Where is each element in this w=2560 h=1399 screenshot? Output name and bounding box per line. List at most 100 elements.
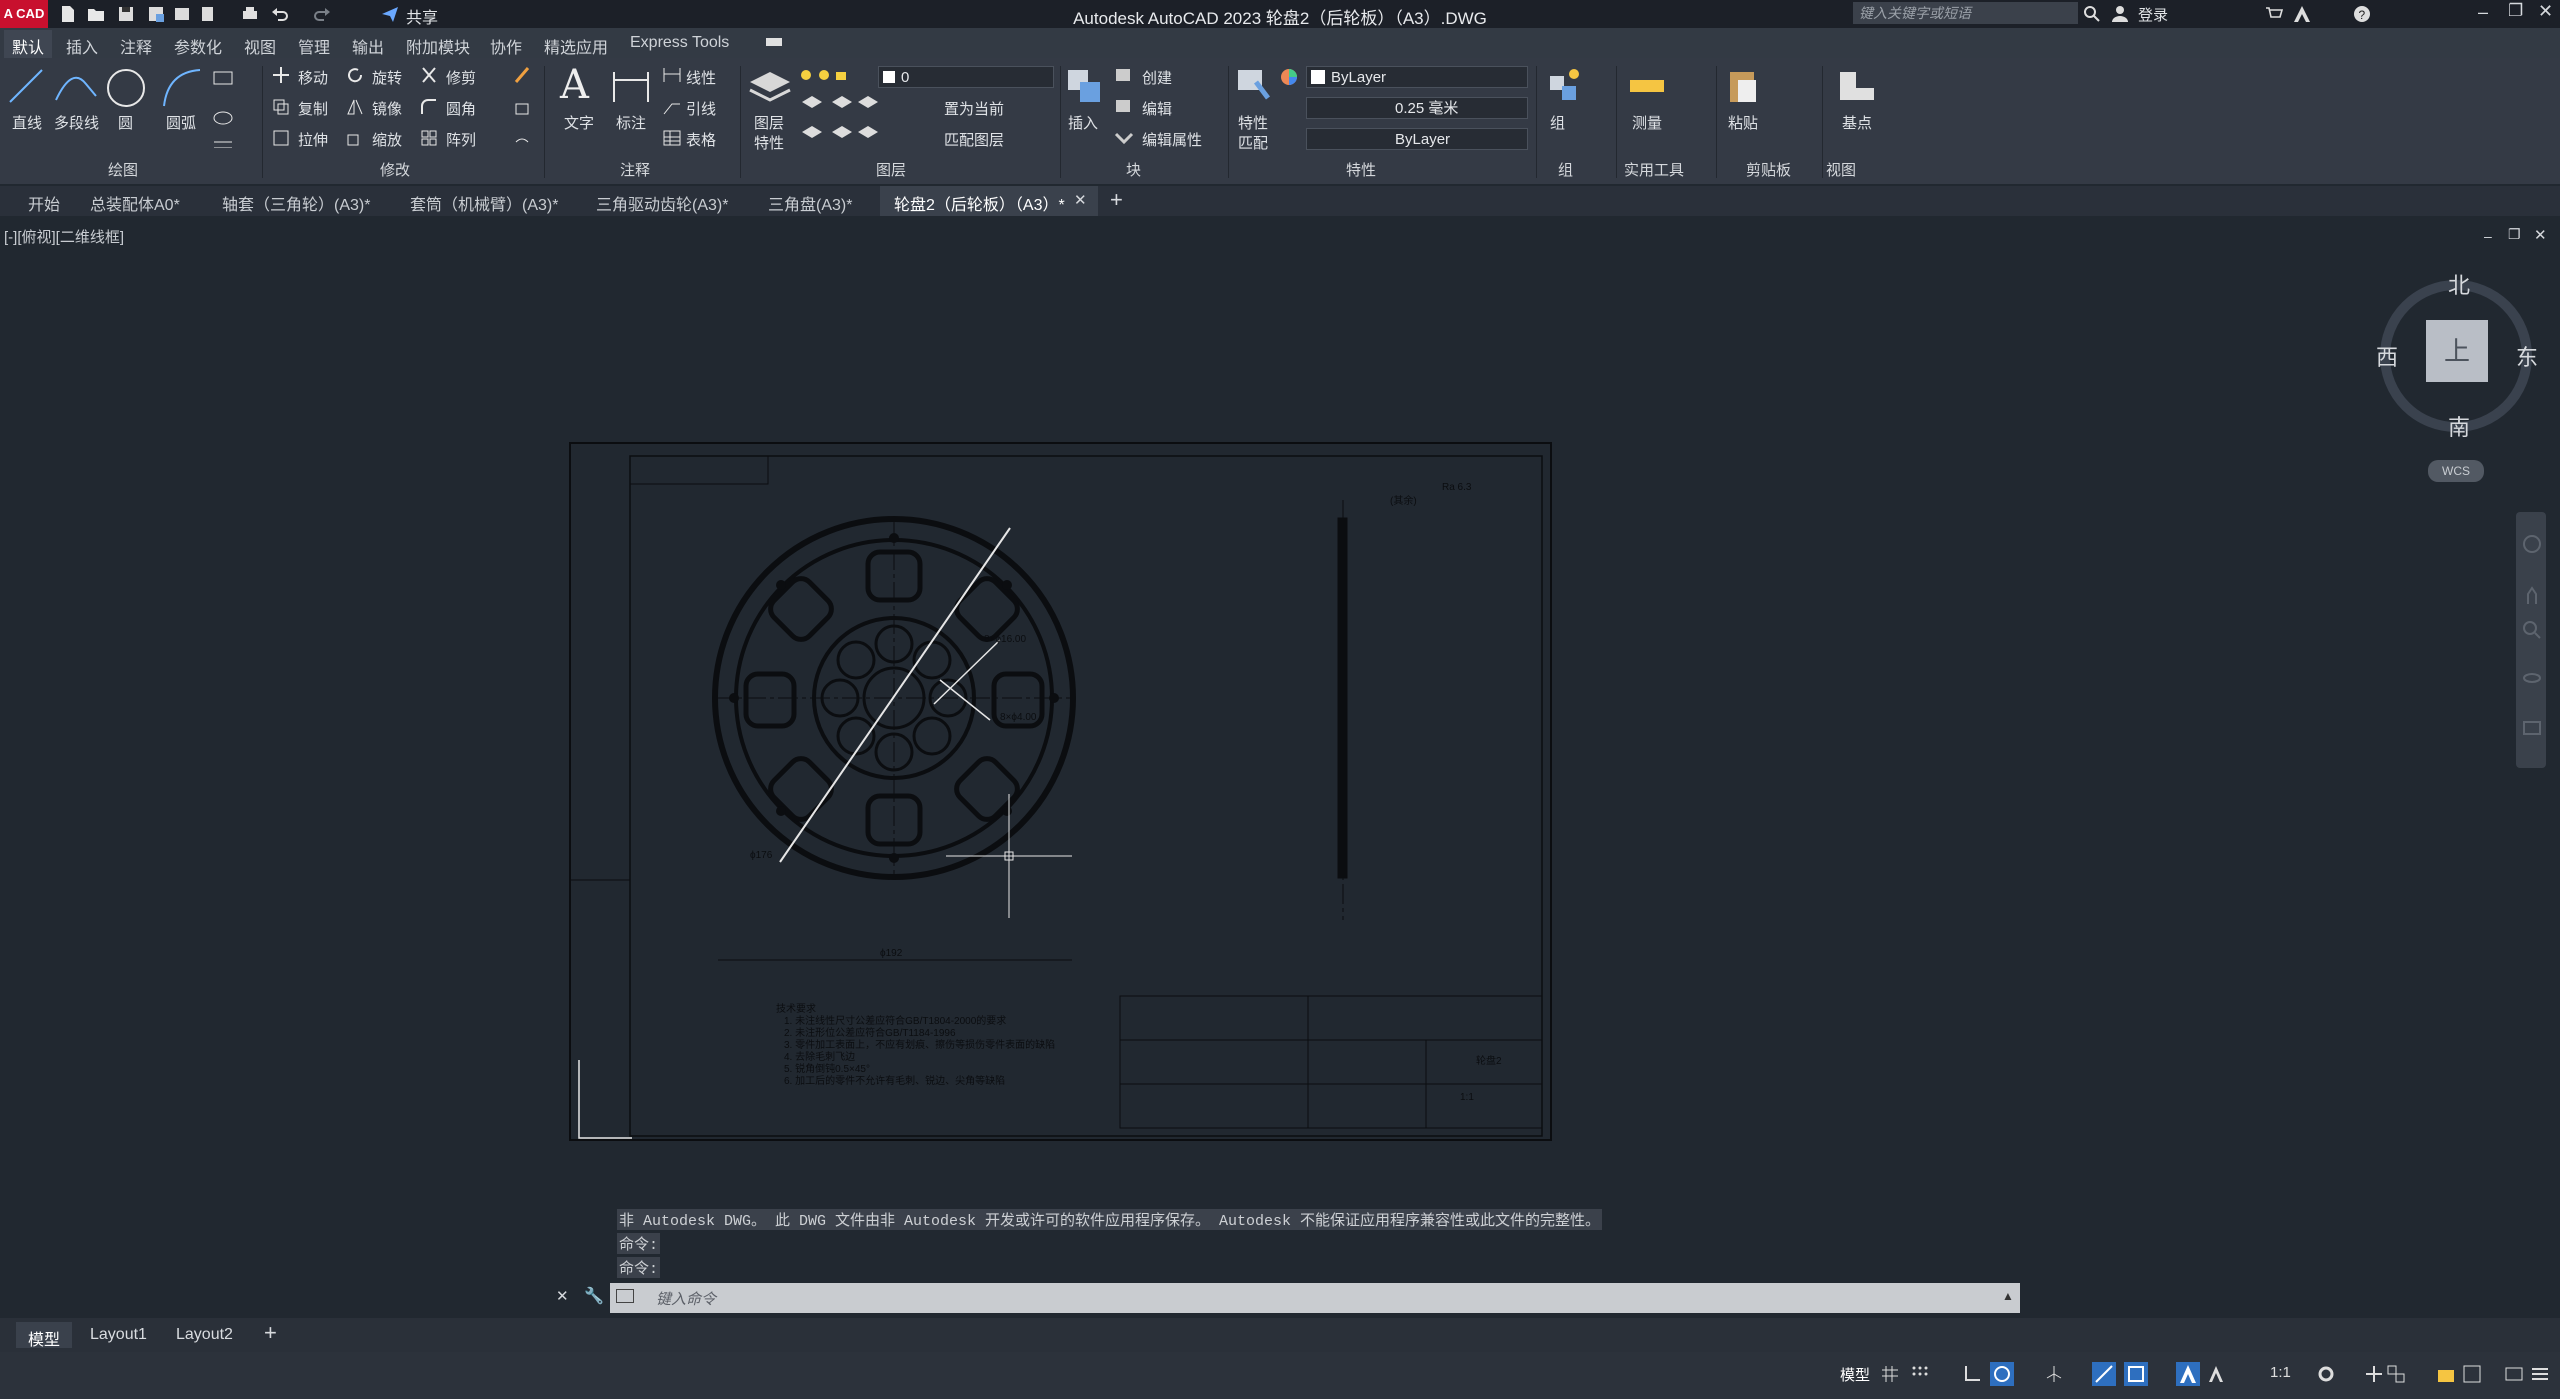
user-icon[interactable] [2110, 4, 2130, 24]
doc-tab-wheel-plate[interactable]: 轮盘2（后轮板）（A3）* [894, 191, 1065, 215]
erase-icon[interactable] [512, 66, 532, 146]
layout-tab-layout1[interactable]: Layout1 [90, 1326, 147, 1344]
fillet-button[interactable]: 圆角 [446, 98, 476, 119]
layer-dropdown[interactable]: 0 [878, 66, 1054, 88]
match-layer-button[interactable]: 匹配图层 [944, 129, 1004, 150]
layers-panel-title[interactable]: 图层 [876, 159, 906, 180]
view-panel-title[interactable]: 视图 [1826, 159, 1856, 180]
color-dropdown[interactable]: ByLayer [1306, 66, 1528, 88]
scale-button[interactable]: 缩放 [372, 129, 402, 150]
viewcube-south[interactable]: 南 [2448, 410, 2470, 442]
minimize-icon[interactable]: – [2478, 2, 2488, 23]
set-current-button[interactable]: 置为当前 [944, 98, 1004, 119]
ortho-icon[interactable] [1962, 1364, 1982, 1384]
fullscreen-icon[interactable] [2504, 1364, 2524, 1384]
polar-icon[interactable] [1990, 1362, 2014, 1386]
modify-panel-title[interactable]: 修改 [380, 159, 410, 180]
isodraft-icon[interactable] [2044, 1364, 2064, 1384]
viewcube-west[interactable]: 西 [2376, 340, 2398, 372]
grid-icon[interactable] [1880, 1364, 1900, 1384]
tab-collaborate[interactable]: 协作 [490, 34, 522, 58]
trim-button[interactable]: 修剪 [446, 67, 476, 88]
auto-scale-icon[interactable] [2206, 1364, 2226, 1384]
match-properties-label-1[interactable]: 特性 [1238, 112, 1268, 133]
rectangle-icon[interactable] [212, 68, 252, 148]
orbit-icon[interactable] [2522, 668, 2542, 688]
wcs-menu[interactable]: WCS [2428, 460, 2484, 482]
group-button[interactable]: 组 [1550, 112, 1565, 133]
insert-button[interactable]: 插入 [1068, 112, 1098, 133]
array-button[interactable]: 阵列 [446, 129, 476, 150]
steering-wheel-icon[interactable] [2522, 534, 2542, 554]
showmotion-icon[interactable] [2522, 718, 2542, 738]
stretch-button[interactable]: 拉伸 [298, 129, 328, 150]
text-icon[interactable]: A [560, 62, 589, 108]
copy-button[interactable]: 复制 [298, 98, 328, 119]
match-properties-label-2[interactable]: 匹配 [1238, 132, 1268, 153]
doc-tab-bushing[interactable]: 轴套（三角轮）(A3)* [222, 191, 370, 215]
group-icon[interactable] [1544, 66, 1584, 106]
polyline-button[interactable]: 多段线 [54, 112, 99, 133]
close-tab-icon[interactable]: ✕ [1074, 191, 1087, 209]
dimension-button[interactable]: 标注 [616, 112, 646, 133]
layer-properties-label-1[interactable]: 图层 [754, 112, 784, 133]
doc-tab-sleeve[interactable]: 套筒（机械臂）(A3)* [410, 191, 558, 215]
insert-block-icon[interactable] [1064, 66, 1104, 106]
arc-icon[interactable] [160, 66, 204, 110]
properties-panel-title[interactable]: 特性 [1346, 159, 1376, 180]
tab-express-tools[interactable]: Express Tools [630, 34, 729, 52]
viewport-minimize-icon[interactable]: – [2484, 228, 2492, 244]
quick-properties-icon[interactable] [2436, 1364, 2456, 1384]
doc-tab-assembly[interactable]: 总装配体A0* [90, 191, 180, 215]
customize-menu-icon[interactable] [2530, 1364, 2550, 1384]
viewport-controls[interactable]: [-][俯视][二维线框] [4, 226, 124, 247]
snap-icon[interactable] [1910, 1364, 1930, 1384]
doc-tab-start[interactable]: 开始 [28, 191, 60, 215]
rotate-button[interactable]: 旋转 [372, 67, 402, 88]
line-button[interactable]: 直线 [12, 112, 42, 133]
lineweight-dropdown[interactable]: 0.25 毫米 [1306, 97, 1528, 119]
viewcube-north[interactable]: 北 [2448, 268, 2470, 300]
table-button[interactable]: 表格 [686, 129, 716, 150]
create-block-button[interactable]: 创建 [1142, 67, 1172, 88]
cart-icon[interactable] [2264, 4, 2284, 24]
draw-panel-title[interactable]: 绘图 [108, 159, 138, 180]
login-button[interactable]: 登录 [2138, 4, 2168, 25]
annotation-visibility-icon[interactable] [2176, 1362, 2200, 1386]
new-tab-icon[interactable]: + [1110, 187, 1123, 213]
circle-icon[interactable] [104, 66, 148, 110]
command-expand-icon[interactable]: ▲ [2002, 1289, 2014, 1303]
groups-panel-title[interactable]: 组 [1558, 159, 1573, 180]
leader-button[interactable]: 引线 [686, 98, 716, 119]
utilities-panel-title[interactable]: 实用工具 [1624, 159, 1684, 180]
object-snap-icon[interactable] [2124, 1362, 2148, 1386]
base-point-button[interactable]: 基点 [1842, 112, 1872, 133]
move-button[interactable]: 移动 [298, 67, 328, 88]
viewport-restore-icon[interactable]: ❐ [2508, 226, 2521, 243]
layer-properties-label-2[interactable]: 特性 [754, 132, 784, 153]
linear-button[interactable]: 线性 [686, 67, 716, 88]
clipboard-panel-title[interactable]: 剪贴板 [1746, 159, 1791, 180]
dimension-icon[interactable] [608, 66, 654, 110]
paste-button[interactable]: 粘贴 [1728, 112, 1758, 133]
tab-featured-apps[interactable]: 精选应用 [544, 34, 608, 58]
text-button[interactable]: 文字 [564, 112, 594, 133]
doc-tab-drive-gear[interactable]: 三角驱动齿轮(A3)* [596, 191, 728, 215]
block-panel-title[interactable]: 块 [1126, 159, 1141, 180]
annotation-scale[interactable]: 1:1 [2270, 1364, 2291, 1381]
autodesk-icon[interactable] [2292, 4, 2312, 24]
tab-addins[interactable]: 附加模块 [406, 34, 470, 58]
mirror-button[interactable]: 镜像 [372, 98, 402, 119]
object-snap-tracking-icon[interactable] [2092, 1362, 2116, 1386]
workspace-gear-icon[interactable] [2316, 1364, 2336, 1384]
tab-view[interactable]: 视图 [244, 34, 276, 58]
tab-default[interactable]: 默认 [12, 34, 44, 58]
command-recent-icon[interactable] [616, 1289, 634, 1303]
command-close-icon[interactable]: ✕ [556, 1287, 569, 1305]
edit-block-button[interactable]: 编辑 [1142, 98, 1172, 119]
drawing-canvas[interactable]: ϕ176 8×ϕ16.00 8×ϕ4.00 ϕ192 (其余) Ra 6.3 轮… [560, 436, 1560, 1156]
paste-icon[interactable] [1724, 66, 1764, 106]
match-properties-icon[interactable] [1234, 66, 1274, 106]
model-space-toggle[interactable]: 模型 [1840, 1364, 1870, 1385]
measure-button[interactable]: 测量 [1632, 112, 1662, 133]
